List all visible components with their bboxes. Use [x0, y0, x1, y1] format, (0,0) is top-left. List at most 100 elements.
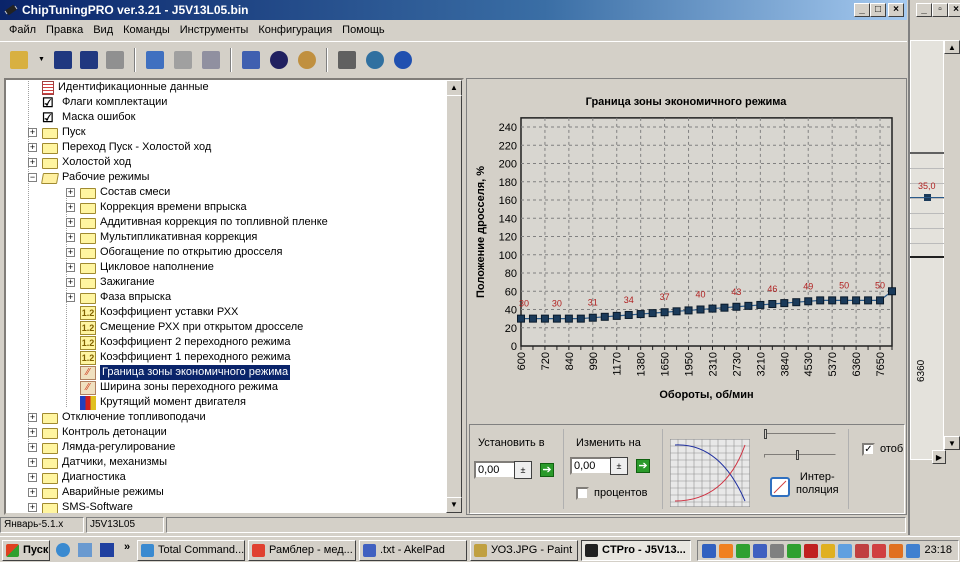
- data-point[interactable]: [792, 298, 801, 307]
- tray-icon[interactable]: [770, 544, 784, 558]
- expand-icon[interactable]: +: [28, 443, 37, 452]
- data-point[interactable]: [684, 306, 693, 315]
- tree-item[interactable]: + Пуск: [28, 125, 86, 140]
- expand-icon[interactable]: +: [66, 233, 75, 242]
- data-point[interactable]: [876, 296, 885, 305]
- tree-item[interactable]: + Аварийные режимы: [28, 485, 164, 500]
- data-point[interactable]: [564, 314, 573, 323]
- desktop-icon[interactable]: [78, 543, 92, 557]
- chart[interactable]: Граница зоны экономичного режима 0 20 40 60 8…: [470, 82, 902, 418]
- data-point[interactable]: [552, 314, 561, 323]
- menu-item[interactable]: Вид: [88, 24, 118, 36]
- data-point[interactable]: [660, 308, 669, 317]
- menu-item[interactable]: Правка: [41, 24, 88, 36]
- taskbar-button[interactable]: CTPro - J5V13...: [581, 540, 691, 561]
- data-point[interactable]: [840, 296, 849, 305]
- tree-item[interactable]: + Переход Пуск - Холостой ход: [28, 140, 211, 155]
- tray-icon[interactable]: [872, 544, 886, 558]
- bg-scroll-down[interactable]: ▼: [944, 436, 960, 450]
- slider-1-thumb[interactable]: [764, 429, 767, 439]
- tools-icon[interactable]: [334, 47, 360, 73]
- undo-icon[interactable]: [198, 47, 224, 73]
- tree-item[interactable]: 1.2 Смещение РХХ при открытом дросселе: [66, 320, 303, 335]
- expand-icon[interactable]: +: [28, 473, 37, 482]
- expand-icon[interactable]: +: [28, 428, 37, 437]
- expand-icon[interactable]: +: [28, 413, 37, 422]
- set-spin-icon[interactable]: ±: [514, 461, 532, 479]
- help-icon[interactable]: [390, 47, 416, 73]
- data-point[interactable]: [888, 287, 896, 296]
- data-point[interactable]: [648, 309, 657, 318]
- tree-item[interactable]: + Аддитивная коррекция по топливной пленк…: [66, 215, 328, 230]
- taskbar-button[interactable]: УОЗ.JPG - Paint: [470, 540, 578, 561]
- apply-change-button[interactable]: ➔: [636, 459, 650, 473]
- ie-icon[interactable]: [56, 543, 70, 557]
- open-icon[interactable]: [6, 47, 32, 73]
- data-point[interactable]: [528, 314, 537, 323]
- start-button[interactable]: Пуск: [2, 540, 50, 561]
- tree-item[interactable]: + Холостой ход: [28, 155, 131, 170]
- tree-item[interactable]: + Зажигание: [66, 275, 155, 290]
- tree-item[interactable]: + Отключение топливоподачи: [28, 410, 206, 425]
- expand-icon[interactable]: +: [28, 158, 37, 167]
- apply-set-button[interactable]: ➔: [540, 463, 554, 477]
- expand-icon[interactable]: +: [66, 218, 75, 227]
- expand-icon[interactable]: +: [66, 248, 75, 257]
- bg-scroll-right[interactable]: ▶: [932, 450, 946, 464]
- menu-item[interactable]: Инструменты: [175, 24, 254, 36]
- tray-icon[interactable]: [821, 544, 835, 558]
- tree-item[interactable]: + Фаза впрыска: [66, 290, 171, 305]
- save-as-icon[interactable]: [76, 47, 102, 73]
- data-point[interactable]: [756, 300, 765, 309]
- save-icon[interactable]: [50, 47, 76, 73]
- tree-item[interactable]: 1.2 Коэффициент 2 переходного режима: [66, 335, 290, 350]
- tray-icon[interactable]: [753, 544, 767, 558]
- tree-item[interactable]: + Обогащение по открытию дросселя: [66, 245, 282, 260]
- tree-item[interactable]: + Коррекция времени впрыска: [66, 200, 247, 215]
- tray-icon[interactable]: [906, 544, 920, 558]
- slider-2[interactable]: [764, 454, 836, 458]
- data-point[interactable]: [720, 303, 729, 312]
- scroll-down-button[interactable]: ▼: [446, 497, 462, 513]
- data-point[interactable]: [540, 314, 549, 323]
- network-icon[interactable]: [362, 47, 388, 73]
- tray-icon[interactable]: [787, 544, 801, 558]
- taskbar-button[interactable]: Total Command...: [137, 540, 245, 561]
- slider-2-thumb[interactable]: [796, 450, 799, 460]
- menu-item[interactable]: Файл: [4, 24, 41, 36]
- expand-icon[interactable]: +: [28, 128, 37, 137]
- menu-item[interactable]: Команды: [118, 24, 175, 36]
- tray-icon[interactable]: [719, 544, 733, 558]
- tree-item[interactable]: + SMS-Software: [28, 500, 133, 513]
- interpolation-button[interactable]: Интер- поляция: [796, 471, 839, 497]
- parameter-tree[interactable]: Идентификационные данные ☑ Флаги комплекта…: [4, 78, 464, 515]
- collapse-icon[interactable]: −: [28, 173, 37, 182]
- close-button[interactable]: ×: [888, 3, 904, 17]
- search-icon[interactable]: [294, 47, 320, 73]
- tree-item[interactable]: Идентификационные данные: [28, 80, 209, 95]
- tree-item[interactable]: + Состав смеси: [66, 185, 170, 200]
- data-point[interactable]: [696, 305, 705, 314]
- data-point[interactable]: [828, 296, 837, 305]
- data-point[interactable]: [672, 307, 681, 316]
- tray-icon[interactable]: [702, 544, 716, 558]
- tree-item[interactable]: + Диагностика: [28, 470, 126, 485]
- tray-icon[interactable]: [736, 544, 750, 558]
- menu-item[interactable]: Помощь: [337, 24, 390, 36]
- data-point[interactable]: [852, 296, 861, 305]
- scroll-thumb[interactable]: [446, 95, 462, 500]
- data-point[interactable]: [744, 301, 753, 310]
- expand-icon[interactable]: +: [66, 278, 75, 287]
- expand-icon[interactable]: +: [66, 263, 75, 272]
- tree-item[interactable]: Крутящий момент двигателя: [66, 395, 246, 410]
- tree-item[interactable]: + Мультипликативная коррекция: [66, 230, 257, 245]
- curve-shape-button[interactable]: [670, 439, 750, 507]
- expand-icon[interactable]: +: [28, 488, 37, 497]
- copy-icon[interactable]: [142, 47, 168, 73]
- save-quick-icon[interactable]: [100, 543, 114, 557]
- tree-scrollbar[interactable]: ▲ ▼: [446, 80, 462, 513]
- expand-icon[interactable]: +: [28, 503, 37, 512]
- data-point[interactable]: [624, 310, 633, 319]
- maximize-button[interactable]: □: [870, 3, 886, 17]
- taskbar-button[interactable]: Рамблер - мед...: [248, 540, 356, 561]
